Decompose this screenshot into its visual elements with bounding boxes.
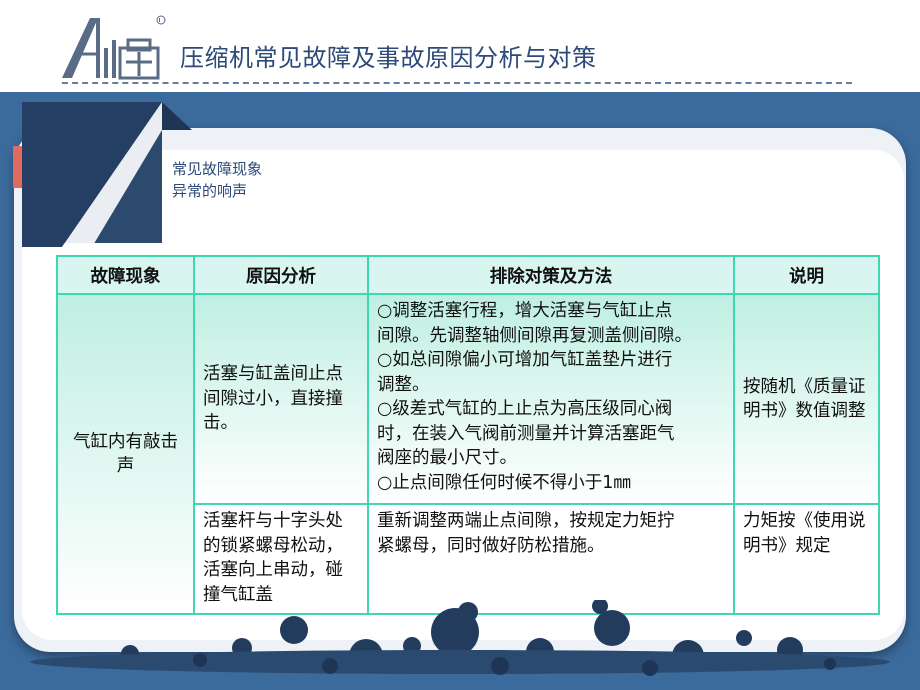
measure-line: 调整。 <box>377 374 430 395</box>
cell-note: 按随机《质量证明书》数值调整 <box>733 293 880 505</box>
cell-phenomenon: 气缸内有敲击声 <box>56 293 195 615</box>
header-phenomenon: 故障现象 <box>56 255 195 295</box>
measure-line: 时，在装入气阀前测量并计算活塞距气 <box>377 423 675 444</box>
measure-line: 阀座的最小尺寸。 <box>377 448 517 468</box>
section-topic: 异常的响声 <box>172 182 248 200</box>
company-logo-icon <box>62 15 166 80</box>
measure-line: ○级差式气缸的上止点为高压级同心阀 <box>377 399 673 419</box>
cell-cause: 活塞与缸盖间止点间隙过小，直接撞击。 <box>193 293 369 505</box>
header-cause: 原因分析 <box>193 255 369 295</box>
measure-line: 重新调整两端止点间隙，按规定力矩拧 <box>377 511 675 531</box>
measure-line: ○止点间隙任何时候不得小于1㎜ <box>377 472 631 493</box>
measure-line: 紧螺母，同时做好防松措施。 <box>377 535 605 556</box>
accent-tab <box>13 146 22 188</box>
header-divider <box>62 82 852 84</box>
measure-line: ○如总间隙偏小可增加气缸盖垫片进行 <box>377 350 673 370</box>
table-row: 气缸内有敲击声 活塞与缸盖间止点间隙过小，直接撞击。 ○调整活塞行程，增大活塞与… <box>56 293 880 615</box>
corner-triangle-decoration <box>22 102 192 247</box>
header-measures: 排除对策及方法 <box>367 255 735 295</box>
measure-line: 间隙。先调整轴侧间隙再复测盖侧间隙。 <box>377 325 692 346</box>
fault-table: 故障现象 原因分析 排除对策及方法 说明 气缸内有敲击声 活塞与缸盖间止点间隙过… <box>56 255 880 615</box>
cell-cause: 活塞杆与十字头处的锁紧螺母松动，活塞向上串动，碰撞气缸盖 <box>193 503 369 615</box>
measure-line: ○调整活塞行程，增大活塞与气缸止点 <box>377 301 673 321</box>
header-note: 说明 <box>733 255 880 295</box>
table-header-row: 故障现象 原因分析 排除对策及方法 说明 <box>56 255 880 295</box>
slide-header: 压缩机常见故障及事故原因分析与对策 <box>0 0 920 92</box>
cell-measures: 重新调整两端止点间隙，按规定力矩拧 紧螺母，同时做好防松措施。 <box>367 503 735 615</box>
cell-note: 力矩按《使用说明书》规定 <box>733 503 880 615</box>
page-title: 压缩机常见故障及事故原因分析与对策 <box>180 44 597 72</box>
cell-measures: ○调整活塞行程，增大活塞与气缸止点 间隙。先调整轴侧间隙再复测盖侧间隙。 ○如总… <box>367 293 735 505</box>
bubble-decoration <box>30 600 890 676</box>
section-subtitle: 常见故障现象 <box>172 160 263 178</box>
